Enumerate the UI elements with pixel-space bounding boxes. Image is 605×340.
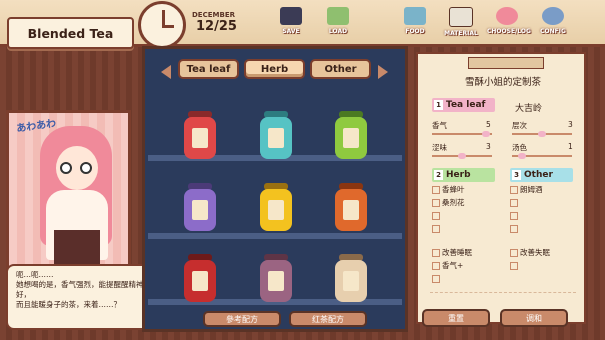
character-eye: [80, 162, 92, 174]
next-arrow-icon[interactable]: [378, 65, 388, 79]
choose-log-button[interactable]: CHOOSE/LOG: [487, 7, 531, 41]
stat-value: 5: [486, 120, 491, 129]
gear-icon: [542, 7, 564, 25]
divider: [430, 292, 576, 295]
book-icon: [449, 7, 473, 27]
food-button[interactable]: FOOD: [395, 7, 435, 41]
checkbox[interactable]: [510, 249, 518, 257]
checkbox[interactable]: [432, 225, 440, 233]
checkbox[interactable]: [510, 262, 518, 270]
jar-icon: [404, 7, 426, 25]
checkbox[interactable]: [432, 199, 440, 207]
checkbox[interactable]: [432, 275, 440, 283]
play-icon: [327, 7, 349, 25]
stat-slider-knob: [482, 131, 490, 137]
tea-jar-green[interactable]: [333, 111, 369, 159]
screen-title: Blended Tea: [7, 17, 134, 49]
tea-leaf-value: 大吉岭: [515, 104, 543, 114]
checkbox[interactable]: [432, 249, 440, 257]
tab-other[interactable]: Other: [310, 59, 371, 79]
stat-slider-knob: [458, 153, 466, 159]
tea-jar-yellow[interactable]: [258, 183, 294, 231]
load-button[interactable]: LOAD: [318, 7, 358, 41]
section-tea-leaf: 1 Tea leaf: [432, 98, 495, 112]
stat-name: 涩味: [432, 143, 447, 152]
tab-tea-leaf[interactable]: Tea leaf: [178, 59, 239, 79]
reference-recipe-button[interactable]: 參考配方: [203, 311, 281, 327]
progress-stage: [468, 57, 544, 69]
herb-item: 桑剂花: [442, 198, 465, 207]
tea-jar-orange[interactable]: [333, 183, 369, 231]
shelf-plank: [148, 233, 402, 239]
stat-value: 3: [568, 120, 573, 129]
black-tea-recipe-button[interactable]: 红茶配方: [289, 311, 367, 327]
recipe-sheet: 雪酥小姐的定制茶 1 Tea leaf 大吉岭 香气 5 层次 3 涩味 3 汤…: [416, 52, 586, 324]
checkbox[interactable]: [510, 212, 518, 220]
stat-value: 3: [486, 142, 491, 151]
checkbox[interactable]: [432, 262, 440, 270]
effect-item: 改善失眠: [520, 248, 550, 257]
stat-value: 1: [568, 142, 573, 151]
config-button[interactable]: CONFIG: [533, 7, 573, 41]
reset-button[interactable]: 重置: [422, 309, 490, 327]
herb-item: 香蜂叶: [442, 185, 465, 194]
effect-item: 香气+: [442, 261, 464, 270]
clock-icon: [138, 1, 186, 49]
blend-button[interactable]: 调和: [500, 309, 568, 327]
checkbox[interactable]: [510, 199, 518, 207]
stat-name: 层次: [512, 121, 527, 130]
tea-jar-cyan[interactable]: [258, 111, 294, 159]
tea-jar-purple[interactable]: [182, 183, 218, 231]
save-button[interactable]: SAVE: [271, 7, 311, 41]
checkbox[interactable]: [510, 225, 518, 233]
prev-arrow-icon[interactable]: [161, 65, 171, 79]
tea-jar-cream[interactable]: [333, 254, 369, 302]
ingredient-shelf: Tea leaf Herb Other 參考配方 红茶配方: [142, 46, 408, 332]
date-day: 12/25: [196, 19, 237, 34]
tab-herb[interactable]: Herb: [244, 59, 305, 79]
effect-item: 改善睡眠: [442, 248, 472, 257]
character-vest: [54, 230, 100, 264]
tea-jar-mauve[interactable]: [258, 254, 294, 302]
stat-name: 香气: [432, 121, 447, 130]
recipe-title: 雪酥小姐的定制茶: [464, 77, 541, 88]
other-item: 朗姆酒: [520, 185, 543, 194]
material-button[interactable]: MATERIAL: [441, 7, 481, 41]
stat-slider-knob: [518, 153, 526, 159]
checkbox[interactable]: [510, 186, 518, 194]
top-bar: Blended Tea DECEMBER 12/25 SAVE LOAD FOO…: [0, 0, 605, 49]
tea-jar-red[interactable]: [182, 111, 218, 159]
section-other: 3 Other: [510, 168, 573, 182]
checkbox[interactable]: [432, 186, 440, 194]
stat-slider-knob: [538, 131, 546, 137]
checkbox[interactable]: [432, 212, 440, 220]
stat-name: 汤色: [512, 143, 527, 152]
tea-jar-crimson[interactable]: [182, 254, 218, 302]
portrait-icon: [496, 7, 518, 25]
category-tabs: Tea leaf Herb Other: [145, 55, 405, 81]
section-herb: 2 Herb: [432, 168, 495, 182]
cassette-icon: [280, 7, 302, 25]
character-eye: [60, 162, 72, 174]
date-month: DECEMBER: [192, 11, 235, 19]
